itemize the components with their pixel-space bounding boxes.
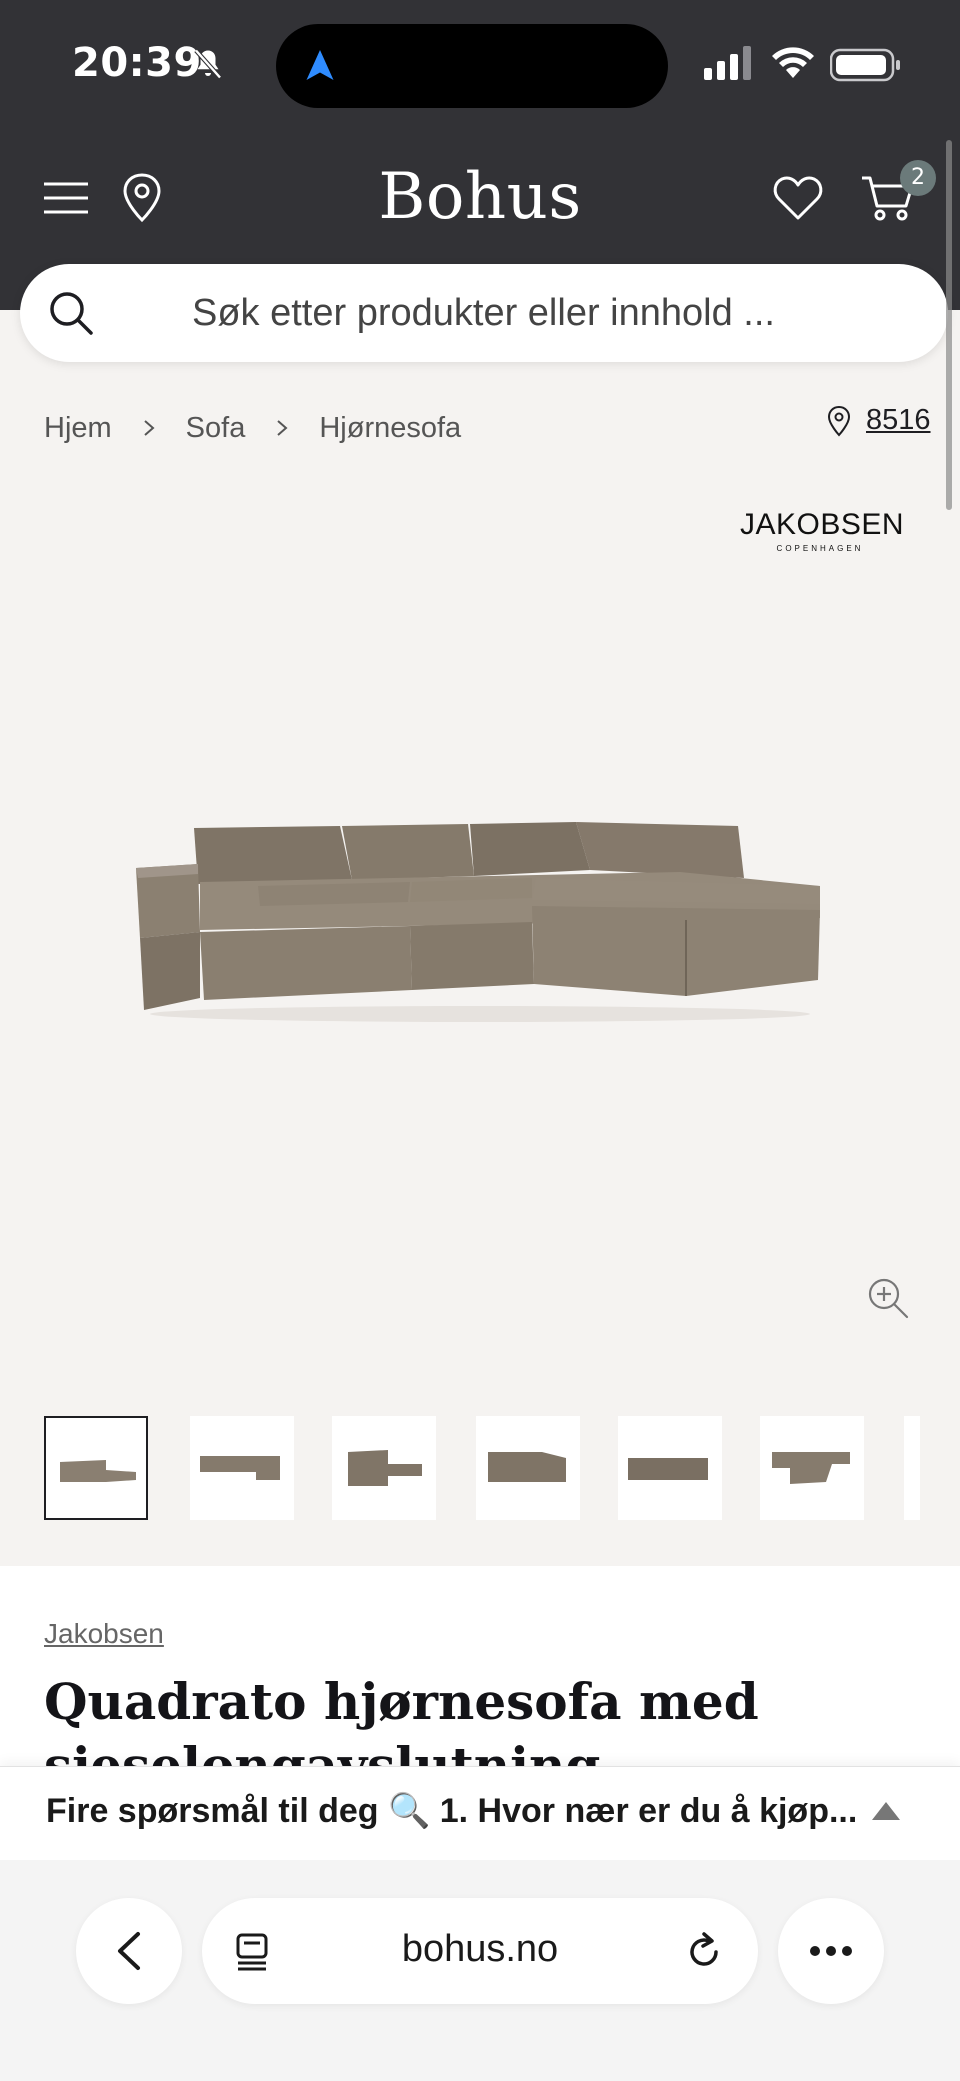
thumbnail-6[interactable] bbox=[760, 1416, 864, 1520]
ellipsis-icon bbox=[810, 1946, 852, 1956]
cart-count-badge: 2 bbox=[900, 160, 936, 196]
scrollbar[interactable] bbox=[946, 140, 952, 510]
search-input[interactable]: Søk etter produkter eller innhold ... bbox=[192, 292, 775, 335]
reload-icon[interactable] bbox=[684, 1932, 724, 1972]
browser-toolbar: bohus.no bbox=[0, 1860, 960, 2081]
more-options-button[interactable] bbox=[778, 1898, 884, 2004]
thumbnail-5[interactable] bbox=[618, 1416, 722, 1520]
chevron-right-icon bbox=[277, 420, 288, 436]
chevron-left-icon bbox=[118, 1932, 140, 1970]
thumbnail-strip[interactable] bbox=[44, 1416, 920, 1522]
thumbnail-7[interactable] bbox=[904, 1416, 920, 1520]
heart-icon[interactable] bbox=[772, 174, 824, 222]
map-pin-icon bbox=[827, 405, 851, 436]
status-time: 20:39 bbox=[72, 40, 202, 86]
hamburger-menu-icon[interactable] bbox=[42, 178, 90, 218]
navigation-arrow-icon bbox=[306, 50, 334, 80]
zoom-in-icon[interactable] bbox=[866, 1276, 910, 1320]
chevron-right-icon bbox=[144, 420, 155, 436]
back-button[interactable] bbox=[76, 1898, 182, 2004]
thumbnail-1[interactable] bbox=[44, 1416, 148, 1520]
product-brand-link[interactable]: Jakobsen bbox=[44, 1618, 164, 1650]
brand-logo-name: JAKOBSEN bbox=[740, 508, 905, 541]
chat-promo-bar[interactable]: Fire spørsmål til deg 🔍 1. Hvor nær er d… bbox=[0, 1766, 960, 1860]
breadcrumb: Hjem Sofa Hjørnesofa bbox=[44, 408, 461, 448]
map-pin-icon[interactable] bbox=[120, 172, 164, 224]
breadcrumb-corner-sofa[interactable]: Hjørnesofa bbox=[319, 412, 461, 445]
brand-logo-subtitle: COPENHAGEN bbox=[776, 544, 864, 553]
search-bar[interactable]: Søk etter produkter eller innhold ... bbox=[20, 264, 948, 362]
product-image[interactable] bbox=[120, 820, 840, 1030]
thumbnail-4[interactable] bbox=[476, 1416, 580, 1520]
store-link[interactable]: 8516 bbox=[826, 404, 931, 437]
address-bar[interactable]: bohus.no bbox=[202, 1898, 758, 2004]
brand-logo: JAKOBSEN COPENHAGEN bbox=[740, 508, 905, 553]
battery-icon bbox=[830, 48, 900, 82]
thumbnail-2[interactable] bbox=[190, 1416, 294, 1520]
caret-up-icon[interactable] bbox=[870, 1799, 902, 1823]
store-number[interactable]: 8516 bbox=[866, 404, 931, 437]
chat-promo-text[interactable]: Fire spørsmål til deg 🔍 1. Hvor nær er d… bbox=[46, 1791, 857, 1831]
search-icon bbox=[50, 292, 93, 335]
cellular-signal-icon bbox=[704, 46, 751, 80]
breadcrumb-home[interactable]: Hjem bbox=[44, 412, 112, 445]
url-text[interactable]: bohus.no bbox=[202, 1928, 758, 1971]
breadcrumb-sofa[interactable]: Sofa bbox=[186, 412, 246, 445]
bell-slash-icon bbox=[194, 49, 222, 79]
wifi-icon bbox=[772, 47, 814, 78]
thumbnail-3[interactable] bbox=[332, 1416, 436, 1520]
